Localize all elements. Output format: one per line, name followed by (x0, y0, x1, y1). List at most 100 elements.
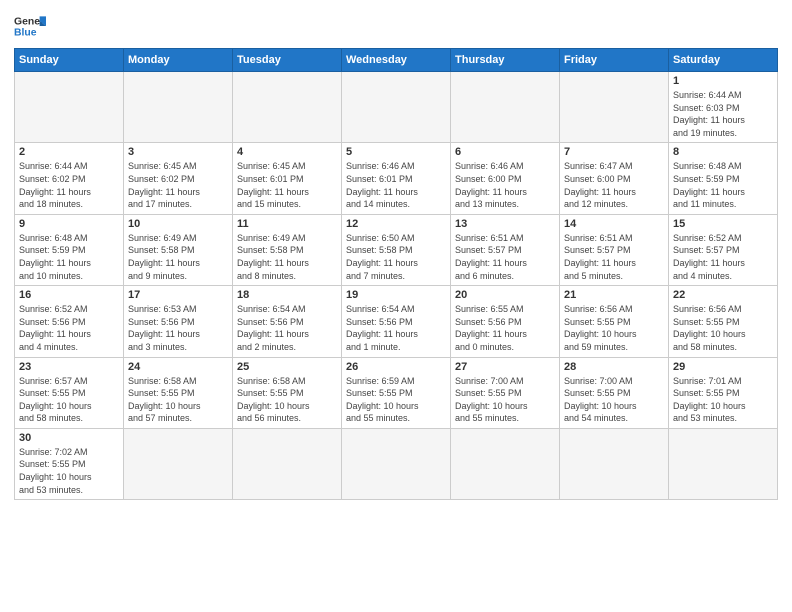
calendar-cell (124, 72, 233, 143)
weekday-header-wednesday: Wednesday (342, 49, 451, 72)
day-number: 19 (346, 289, 446, 301)
page: General Blue SundayMondayTuesdayWednesda… (0, 0, 792, 612)
day-info: Sunrise: 6:46 AM Sunset: 6:00 PM Dayligh… (455, 160, 555, 210)
day-number: 4 (237, 146, 337, 158)
calendar-cell (124, 428, 233, 499)
day-info: Sunrise: 6:45 AM Sunset: 6:01 PM Dayligh… (237, 160, 337, 210)
day-info: Sunrise: 6:56 AM Sunset: 5:55 PM Dayligh… (564, 303, 664, 353)
day-info: Sunrise: 6:49 AM Sunset: 5:58 PM Dayligh… (237, 232, 337, 282)
calendar-cell: 9 Sunrise: 6:48 AM Sunset: 5:59 PM Daylig… (15, 214, 124, 285)
day-info: Sunrise: 6:53 AM Sunset: 5:56 PM Dayligh… (128, 303, 228, 353)
day-info: Sunrise: 7:02 AM Sunset: 5:55 PM Dayligh… (19, 446, 119, 496)
day-number: 25 (237, 361, 337, 373)
day-number: 2 (19, 146, 119, 158)
day-number: 1 (673, 75, 773, 87)
day-number: 29 (673, 361, 773, 373)
day-info: Sunrise: 6:56 AM Sunset: 5:55 PM Dayligh… (673, 303, 773, 353)
day-info: Sunrise: 6:46 AM Sunset: 6:01 PM Dayligh… (346, 160, 446, 210)
calendar-cell: 2 Sunrise: 6:44 AM Sunset: 6:02 PM Daylig… (15, 143, 124, 214)
day-number: 27 (455, 361, 555, 373)
day-info: Sunrise: 6:59 AM Sunset: 5:55 PM Dayligh… (346, 375, 446, 425)
day-info: Sunrise: 6:58 AM Sunset: 5:55 PM Dayligh… (128, 375, 228, 425)
day-info: Sunrise: 6:44 AM Sunset: 6:02 PM Dayligh… (19, 160, 119, 210)
calendar-cell: 20Sunrise: 6:55 AM Sunset: 5:56 PM Dayli… (451, 286, 560, 357)
calendar-cell (15, 72, 124, 143)
calendar-cell: 11 Sunrise: 6:49 AM Sunset: 5:58 PM Dayli… (233, 214, 342, 285)
week-row-1: 1 Sunrise: 6:44 AM Sunset: 6:03 PM Daylig… (15, 72, 778, 143)
week-row-4: 16Sunrise: 6:52 AM Sunset: 5:56 PM Dayli… (15, 286, 778, 357)
day-number: 14 (564, 218, 664, 230)
header: General Blue (14, 10, 778, 42)
calendar-cell (560, 72, 669, 143)
day-info: Sunrise: 6:54 AM Sunset: 5:56 PM Dayligh… (237, 303, 337, 353)
day-number: 8 (673, 146, 773, 158)
calendar-cell: 26 Sunrise: 6:59 AM Sunset: 5:55 PM Dayli… (342, 357, 451, 428)
day-number: 21 (564, 289, 664, 301)
logo-icon: General Blue (14, 10, 46, 42)
day-info: Sunrise: 6:44 AM Sunset: 6:03 PM Dayligh… (673, 89, 773, 139)
week-row-3: 9 Sunrise: 6:48 AM Sunset: 5:59 PM Daylig… (15, 214, 778, 285)
day-number: 15 (673, 218, 773, 230)
day-info: Sunrise: 6:58 AM Sunset: 5:55 PM Dayligh… (237, 375, 337, 425)
day-info: Sunrise: 7:00 AM Sunset: 5:55 PM Dayligh… (455, 375, 555, 425)
calendar-cell: 10 Sunrise: 6:49 AM Sunset: 5:58 PM Dayli… (124, 214, 233, 285)
calendar-cell (233, 72, 342, 143)
calendar-cell: 30 Sunrise: 7:02 AM Sunset: 5:55 PM Dayli… (15, 428, 124, 499)
weekday-header-tuesday: Tuesday (233, 49, 342, 72)
calendar-cell: 13Sunrise: 6:51 AM Sunset: 5:57 PM Dayli… (451, 214, 560, 285)
calendar-cell (451, 428, 560, 499)
day-number: 30 (19, 432, 119, 444)
day-info: Sunrise: 6:48 AM Sunset: 5:59 PM Dayligh… (19, 232, 119, 282)
day-number: 7 (564, 146, 664, 158)
calendar-cell (560, 428, 669, 499)
day-info: Sunrise: 6:51 AM Sunset: 5:57 PM Dayligh… (564, 232, 664, 282)
calendar-cell: 21 Sunrise: 6:56 AM Sunset: 5:55 PM Dayli… (560, 286, 669, 357)
day-number: 9 (19, 218, 119, 230)
calendar-cell: 27 Sunrise: 7:00 AM Sunset: 5:55 PM Dayli… (451, 357, 560, 428)
day-info: Sunrise: 6:52 AM Sunset: 5:56 PM Dayligh… (19, 303, 119, 353)
weekday-header-monday: Monday (124, 49, 233, 72)
day-number: 10 (128, 218, 228, 230)
day-number: 5 (346, 146, 446, 158)
day-number: 11 (237, 218, 337, 230)
day-number: 23 (19, 361, 119, 373)
week-row-2: 2 Sunrise: 6:44 AM Sunset: 6:02 PM Daylig… (15, 143, 778, 214)
day-number: 24 (128, 361, 228, 373)
calendar-cell: 22Sunrise: 6:56 AM Sunset: 5:55 PM Dayli… (669, 286, 778, 357)
calendar-cell: 25 Sunrise: 6:58 AM Sunset: 5:55 PM Dayli… (233, 357, 342, 428)
weekday-header-friday: Friday (560, 49, 669, 72)
day-info: Sunrise: 6:47 AM Sunset: 6:00 PM Dayligh… (564, 160, 664, 210)
weekday-header-thursday: Thursday (451, 49, 560, 72)
calendar-cell: 7 Sunrise: 6:47 AM Sunset: 6:00 PM Daylig… (560, 143, 669, 214)
calendar-cell (342, 72, 451, 143)
day-info: Sunrise: 6:54 AM Sunset: 5:56 PM Dayligh… (346, 303, 446, 353)
svg-text:Blue: Blue (14, 28, 37, 39)
calendar-cell: 18Sunrise: 6:54 AM Sunset: 5:56 PM Dayli… (233, 286, 342, 357)
calendar-cell: 5 Sunrise: 6:46 AM Sunset: 6:01 PM Daylig… (342, 143, 451, 214)
calendar-cell: 16Sunrise: 6:52 AM Sunset: 5:56 PM Dayli… (15, 286, 124, 357)
calendar-cell (233, 428, 342, 499)
week-row-6: 30 Sunrise: 7:02 AM Sunset: 5:55 PM Dayli… (15, 428, 778, 499)
calendar-cell: 24 Sunrise: 6:58 AM Sunset: 5:55 PM Dayli… (124, 357, 233, 428)
day-number: 20 (455, 289, 555, 301)
day-info: Sunrise: 7:01 AM Sunset: 5:55 PM Dayligh… (673, 375, 773, 425)
day-number: 13 (455, 218, 555, 230)
day-number: 12 (346, 218, 446, 230)
day-number: 17 (128, 289, 228, 301)
calendar-cell: 19 Sunrise: 6:54 AM Sunset: 5:56 PM Dayli… (342, 286, 451, 357)
day-info: Sunrise: 6:49 AM Sunset: 5:58 PM Dayligh… (128, 232, 228, 282)
weekday-header-saturday: Saturday (669, 49, 778, 72)
weekday-header-sunday: Sunday (15, 49, 124, 72)
day-number: 28 (564, 361, 664, 373)
day-number: 26 (346, 361, 446, 373)
calendar-cell (451, 72, 560, 143)
calendar-cell: 3Sunrise: 6:45 AM Sunset: 6:02 PM Daylig… (124, 143, 233, 214)
calendar-cell: 17 Sunrise: 6:53 AM Sunset: 5:56 PM Dayli… (124, 286, 233, 357)
calendar-cell: 23 Sunrise: 6:57 AM Sunset: 5:55 PM Dayli… (15, 357, 124, 428)
day-info: Sunrise: 7:00 AM Sunset: 5:55 PM Dayligh… (564, 375, 664, 425)
calendar-cell: 14 Sunrise: 6:51 AM Sunset: 5:57 PM Dayli… (560, 214, 669, 285)
day-info: Sunrise: 6:57 AM Sunset: 5:55 PM Dayligh… (19, 375, 119, 425)
day-info: Sunrise: 6:52 AM Sunset: 5:57 PM Dayligh… (673, 232, 773, 282)
calendar-cell: 1 Sunrise: 6:44 AM Sunset: 6:03 PM Daylig… (669, 72, 778, 143)
calendar-cell: 28 Sunrise: 7:00 AM Sunset: 5:55 PM Dayli… (560, 357, 669, 428)
